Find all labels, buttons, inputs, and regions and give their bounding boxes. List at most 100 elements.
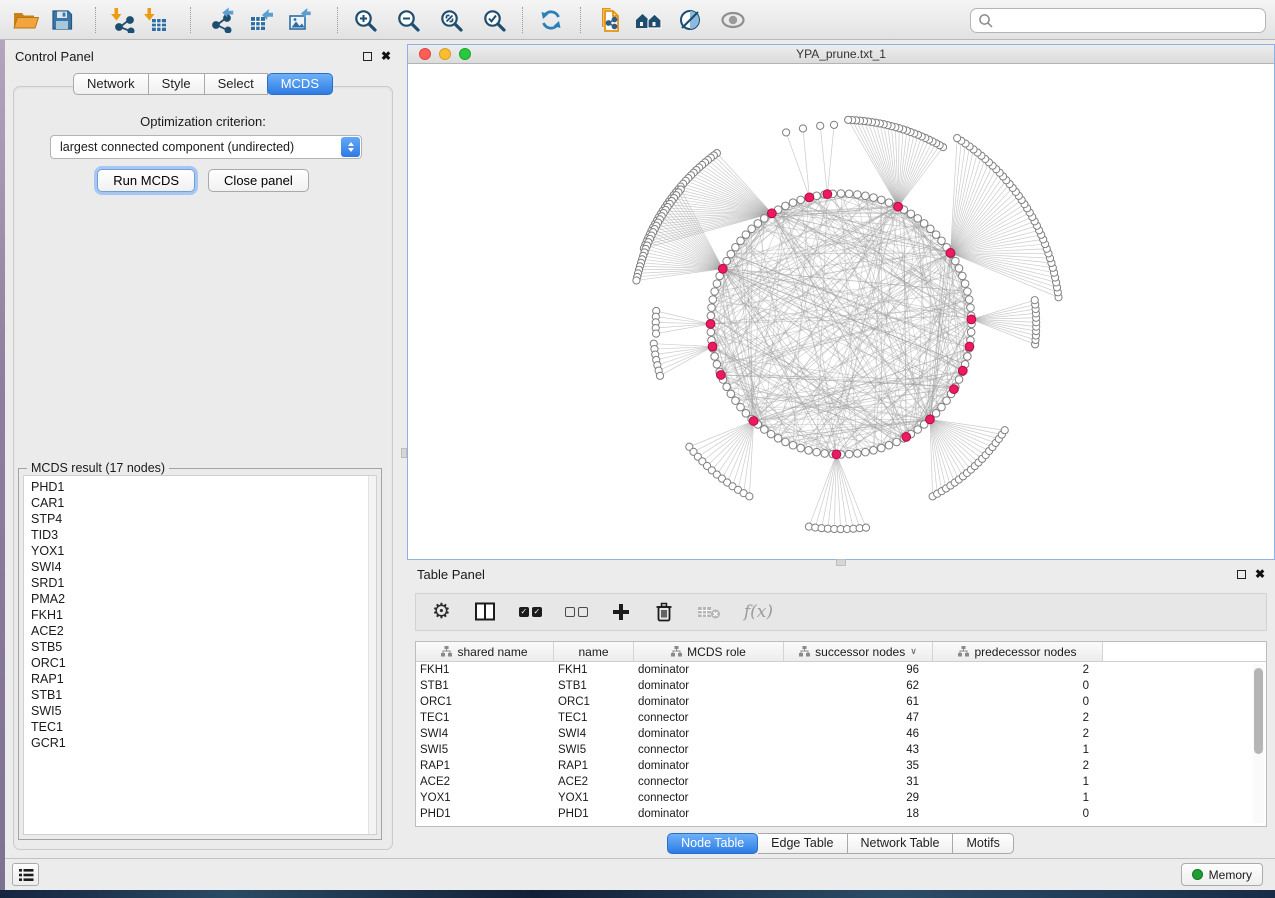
graph-mcds-hub-node[interactable] — [894, 202, 903, 211]
cell[interactable]: dominator — [634, 760, 784, 772]
columns-icon[interactable] — [474, 601, 496, 623]
graph-node[interactable] — [732, 243, 740, 251]
mcds-result-item[interactable]: STB5 — [31, 639, 376, 655]
graph-leaf-node[interactable] — [746, 493, 753, 500]
graph-node[interactable] — [885, 199, 893, 207]
zoom-in-icon[interactable] — [348, 3, 382, 37]
graph-mcds-hub-node[interactable] — [946, 249, 955, 258]
graph-node[interactable] — [742, 231, 750, 239]
cell[interactable]: TEC1 — [554, 712, 634, 724]
graph-mcds-hub-node[interactable] — [832, 450, 841, 459]
cell[interactable]: 43 — [784, 744, 933, 756]
graph-node[interactable] — [914, 215, 922, 223]
graph-node[interactable] — [761, 426, 769, 434]
graph-node[interactable] — [964, 353, 972, 361]
cell[interactable]: PHD1 — [554, 808, 634, 820]
cell[interactable]: STB1 — [416, 680, 554, 692]
graph-node[interactable] — [708, 304, 716, 312]
graph-node[interactable] — [782, 438, 790, 446]
graph-node[interactable] — [732, 397, 740, 405]
graph-node[interactable] — [774, 435, 782, 443]
mcds-result-item[interactable]: ACE2 — [31, 623, 376, 639]
graph-node[interactable] — [938, 237, 946, 245]
tab-style[interactable]: Style — [149, 73, 205, 95]
panel-menu-button[interactable] — [12, 863, 39, 886]
cell[interactable]: 2 — [933, 712, 1103, 724]
table-scrollbar-thumb[interactable] — [1254, 668, 1263, 754]
export-table-icon[interactable] — [244, 3, 278, 37]
graph-mcds-hub-node[interactable] — [967, 315, 976, 324]
mcds-result-item[interactable]: GCR1 — [31, 735, 376, 751]
cell[interactable]: 0 — [933, 696, 1103, 708]
export-image-icon[interactable] — [283, 3, 317, 37]
graph-node[interactable] — [845, 450, 853, 458]
close-window-icon[interactable] — [419, 48, 431, 60]
mcds-result-item[interactable]: CAR1 — [31, 495, 376, 511]
mcds-result-item[interactable]: ORC1 — [31, 655, 376, 671]
memory-button[interactable]: Memory — [1181, 863, 1263, 886]
cell[interactable]: ORC1 — [416, 696, 554, 708]
first-neighbors-icon[interactable] — [632, 3, 666, 37]
graph-node[interactable] — [885, 441, 893, 449]
table-row[interactable]: FKH1FKH1dominator962 — [416, 662, 1266, 678]
add-icon[interactable] — [611, 602, 631, 622]
graph-node[interactable] — [943, 397, 951, 405]
export-network-icon[interactable] — [205, 3, 239, 37]
close-panel-button[interactable]: Close panel — [208, 169, 309, 192]
graph-leaf-node[interactable] — [652, 330, 659, 337]
graph-node[interactable] — [878, 444, 886, 452]
graph-node[interactable] — [748, 225, 756, 233]
graph-node[interactable] — [754, 220, 762, 228]
graph-node[interactable] — [821, 450, 829, 458]
tab-mcds[interactable]: MCDS — [267, 73, 333, 95]
graph-mcds-hub-node[interactable] — [805, 193, 814, 202]
graph-node[interactable] — [709, 296, 717, 304]
cell[interactable]: 2 — [933, 664, 1103, 676]
delete-icon[interactable] — [654, 601, 674, 623]
tab-network-table[interactable]: Network Table — [848, 833, 954, 854]
cell[interactable]: 31 — [784, 776, 933, 788]
refresh-layout-icon[interactable] — [534, 3, 568, 37]
select-all-icon[interactable]: ✓✓ — [519, 607, 542, 617]
cell[interactable]: SWI4 — [554, 728, 634, 740]
cell[interactable]: 2 — [933, 760, 1103, 772]
cell[interactable]: dominator — [634, 728, 784, 740]
graph-node[interactable] — [837, 190, 845, 198]
cell[interactable]: 18 — [784, 808, 933, 820]
cell[interactable]: dominator — [634, 664, 784, 676]
cell[interactable]: 29 — [784, 792, 933, 804]
graph-node[interactable] — [961, 280, 969, 288]
cell[interactable]: PHD1 — [416, 808, 554, 820]
graph-node[interactable] — [862, 448, 870, 456]
mcds-result-item[interactable]: TID3 — [31, 527, 376, 543]
graph-leaf-node[interactable] — [862, 524, 869, 531]
graph-mcds-hub-node[interactable] — [965, 342, 974, 351]
table-row[interactable]: PHD1PHD1dominator180 — [416, 806, 1266, 822]
graph-node[interactable] — [914, 426, 922, 434]
graph-mcds-hub-node[interactable] — [823, 190, 832, 199]
graph-node[interactable] — [782, 202, 790, 210]
graph-leaf-node[interactable] — [1001, 427, 1008, 434]
table-row[interactable]: ACE2ACE2connector311 — [416, 774, 1266, 790]
optimization-criterion-select[interactable]: largest connected component (undirected) — [50, 135, 362, 159]
cell[interactable]: 61 — [784, 696, 933, 708]
cell[interactable]: ACE2 — [416, 776, 554, 788]
graph-node[interactable] — [707, 328, 715, 336]
cell[interactable]: 62 — [784, 680, 933, 692]
cell[interactable]: SWI4 — [416, 728, 554, 740]
cell[interactable]: 0 — [933, 808, 1103, 820]
graph-node[interactable] — [870, 194, 878, 202]
graph-node[interactable] — [797, 444, 805, 452]
graph-leaf-node[interactable] — [783, 129, 790, 136]
graph-node[interactable] — [959, 272, 967, 280]
mcds-result-item[interactable]: YOX1 — [31, 543, 376, 559]
cell[interactable]: 96 — [784, 664, 933, 676]
mcds-list-scrollbar[interactable] — [368, 476, 376, 834]
cell[interactable]: dominator — [634, 680, 784, 692]
new-network-from-selection-icon[interactable] — [593, 3, 627, 37]
run-mcds-button[interactable]: Run MCDS — [97, 169, 195, 192]
graph-mcds-hub-node[interactable] — [950, 385, 959, 394]
graph-mcds-hub-node[interactable] — [926, 415, 935, 424]
graph-node[interactable] — [932, 231, 940, 239]
cell[interactable]: dominator — [634, 808, 784, 820]
